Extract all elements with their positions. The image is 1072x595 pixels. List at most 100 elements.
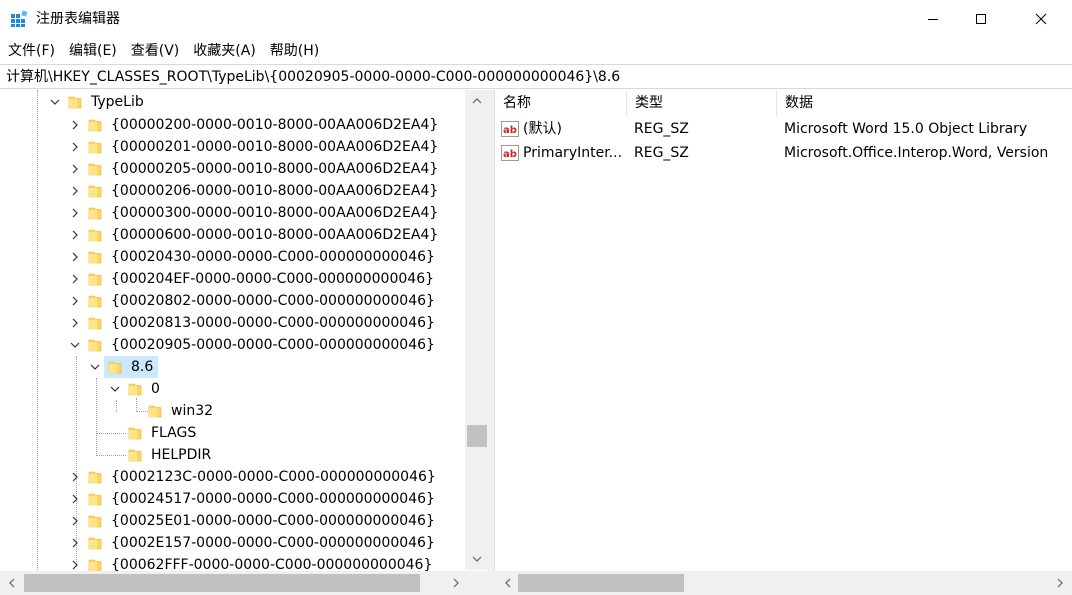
- tree-node-guid[interactable]: {00020430-0000-0000-C000-000000000046}: [0, 246, 460, 268]
- address-path[interactable]: 计算机\HKEY_CLASSES_ROOT\TypeLib\{00020905-…: [6, 67, 620, 87]
- chevron-down-icon[interactable]: [48, 91, 62, 113]
- chevron-down-icon[interactable]: [88, 356, 102, 378]
- tree-node-label: {00024517-0000-0000-C000-000000000046}: [111, 491, 435, 507]
- close-button[interactable]: [1018, 0, 1064, 38]
- menu-file[interactable]: 文件(F): [0, 40, 61, 62]
- scroll-down-button[interactable]: [465, 550, 489, 568]
- folder-icon: [128, 427, 142, 440]
- tree-node-guid[interactable]: {00000206-0000-0010-8000-00AA006D2EA4}: [0, 180, 460, 202]
- folder-icon: [88, 119, 102, 132]
- tree-node-label: 0: [151, 381, 160, 397]
- tree-node-guid[interactable]: {00000205-0000-0010-8000-00AA006D2EA4}: [0, 158, 460, 180]
- chevron-right-icon[interactable]: [68, 510, 82, 532]
- folder-icon: [148, 405, 162, 418]
- chevron-right-icon[interactable]: [68, 224, 82, 246]
- address-bar[interactable]: 计算机\HKEY_CLASSES_ROOT\TypeLib\{00020905-…: [0, 64, 1072, 89]
- scroll-up-button[interactable]: [465, 92, 489, 110]
- close-icon: [1035, 13, 1047, 25]
- tree-node-label: {00000205-0000-0010-8000-00AA006D2EA4}: [111, 161, 439, 177]
- key-tree-pane[interactable]: TypeLib {00000200-0000-0010-8000-00AA006…: [0, 90, 489, 595]
- folder-icon: [128, 449, 142, 462]
- chevron-right-icon[interactable]: [68, 268, 82, 290]
- scroll-thumb[interactable]: [518, 574, 684, 592]
- chevron-up-icon: [472, 98, 482, 104]
- chevron-right-icon[interactable]: [68, 202, 82, 224]
- tree-node-label: {00020430-0000-0000-C000-000000000046}: [111, 249, 435, 265]
- scroll-left-button[interactable]: [498, 571, 518, 595]
- values-pane[interactable]: 名称 类型 数据 ab (默认) REG_SZ Microsoft Word 1…: [494, 90, 1072, 595]
- tree-node-win32[interactable]: win32: [0, 400, 460, 422]
- column-header-name[interactable]: 名称: [495, 90, 627, 116]
- chevron-right-icon[interactable]: [68, 158, 82, 180]
- value-type: REG_SZ: [634, 121, 689, 137]
- tree-horizontal-scrollbar[interactable]: [0, 571, 489, 595]
- chevron-right-icon[interactable]: [68, 114, 82, 136]
- tree-node-guid[interactable]: {00000200-0000-0010-8000-00AA006D2EA4}: [0, 114, 460, 136]
- tree-node-label: {00025E01-0000-0000-C000-000000000046}: [111, 513, 435, 529]
- tree-node-zero[interactable]: 0: [0, 378, 460, 400]
- tree-node-label: {00000206-0000-0010-8000-00AA006D2EA4}: [111, 183, 439, 199]
- folder-icon: [88, 295, 102, 308]
- folder-icon: [88, 317, 102, 330]
- minimize-icon: [928, 19, 938, 20]
- chevron-right-icon[interactable]: [68, 312, 82, 334]
- scroll-left-button[interactable]: [2, 571, 22, 595]
- scroll-right-button[interactable]: [446, 571, 466, 595]
- tree-node-guid[interactable]: {00020802-0000-0000-C000-000000000046}: [0, 290, 460, 312]
- menu-edit[interactable]: 编辑(E): [61, 40, 123, 62]
- tree-node-label: {00000201-0000-0010-8000-00AA006D2EA4}: [111, 139, 439, 155]
- tree-node-guid[interactable]: {0002123C-0000-0000-C000-000000000046}: [0, 466, 460, 488]
- tree-node-guid[interactable]: {00020905-0000-0000-C000-000000000046}: [0, 334, 460, 356]
- list-item[interactable]: ab (默认) REG_SZ Microsoft Word 15.0 Objec…: [495, 117, 1072, 141]
- value-name: PrimaryInter...: [523, 145, 623, 161]
- tree-node-label: 8.6: [131, 359, 154, 375]
- tree-node-flags[interactable]: FLAGS: [0, 422, 460, 444]
- chevron-right-icon[interactable]: [68, 466, 82, 488]
- tree-node-label: TypeLib: [91, 94, 144, 110]
- tree-node-helpdir[interactable]: HELPDIR: [0, 444, 460, 466]
- menu-favorites[interactable]: 收藏夹(A): [185, 40, 262, 62]
- folder-icon: [88, 493, 102, 506]
- tree-node-version[interactable]: 8.6: [0, 356, 460, 378]
- chevron-right-icon: [1057, 578, 1063, 588]
- menu-help[interactable]: 帮助(H): [262, 40, 325, 62]
- tree-node-guid[interactable]: {00000600-0000-0010-8000-00AA006D2EA4}: [0, 224, 460, 246]
- scroll-right-button[interactable]: [1050, 571, 1070, 595]
- column-header-type[interactable]: 类型: [627, 90, 777, 116]
- maximize-icon: [976, 14, 986, 24]
- chevron-right-icon[interactable]: [68, 290, 82, 312]
- tree-node-guid[interactable]: {0002E157-0000-0000-C000-000000000046}: [0, 532, 460, 554]
- tree-node-typelib[interactable]: TypeLib: [0, 91, 460, 113]
- folder-icon: [108, 361, 122, 374]
- menu-view[interactable]: 查看(V): [123, 40, 186, 62]
- minimize-button[interactable]: [910, 0, 956, 38]
- chevron-right-icon[interactable]: [68, 180, 82, 202]
- tree-node-guid[interactable]: {00000300-0000-0010-8000-00AA006D2EA4}: [0, 202, 460, 224]
- tree-vertical-scrollbar[interactable]: [465, 90, 489, 570]
- tree-node-guid[interactable]: {00025E01-0000-0000-C000-000000000046}: [0, 510, 460, 532]
- chevron-right-icon[interactable]: [68, 136, 82, 158]
- chevron-right-icon[interactable]: [68, 532, 82, 554]
- chevron-right-icon[interactable]: [68, 488, 82, 510]
- tree-node-guid[interactable]: {00020813-0000-0000-C000-000000000046}: [0, 312, 460, 334]
- svg-text:ab: ab: [503, 125, 517, 136]
- scroll-thumb[interactable]: [467, 425, 487, 447]
- values-horizontal-scrollbar[interactable]: [494, 571, 1072, 595]
- tree-node-label: {0002123C-0000-0000-C000-000000000046}: [111, 469, 436, 485]
- tree-node-guid[interactable]: {00024517-0000-0000-C000-000000000046}: [0, 488, 460, 510]
- column-header-data[interactable]: 数据: [777, 90, 1072, 116]
- chevron-right-icon[interactable]: [68, 246, 82, 268]
- tree-node-label: {00020813-0000-0000-C000-000000000046}: [111, 315, 435, 331]
- chevron-down-icon[interactable]: [68, 334, 82, 356]
- menu-bar: 文件(F) 编辑(E) 查看(V) 收藏夹(A) 帮助(H): [0, 39, 325, 63]
- maximize-button[interactable]: [958, 0, 1004, 38]
- folder-icon: [88, 185, 102, 198]
- chevron-left-icon: [9, 578, 15, 588]
- tree-node-label: {00000200-0000-0010-8000-00AA006D2EA4}: [111, 117, 439, 133]
- chevron-down-icon[interactable]: [108, 378, 122, 400]
- tree-node-guid[interactable]: {000204EF-0000-0000-C000-000000000046}: [0, 268, 460, 290]
- svg-text:ab: ab: [503, 149, 517, 160]
- tree-node-guid[interactable]: {00000201-0000-0010-8000-00AA006D2EA4}: [0, 136, 460, 158]
- list-item[interactable]: ab PrimaryInter... REG_SZ Microsoft.Offi…: [495, 141, 1072, 165]
- scroll-thumb[interactable]: [24, 574, 420, 592]
